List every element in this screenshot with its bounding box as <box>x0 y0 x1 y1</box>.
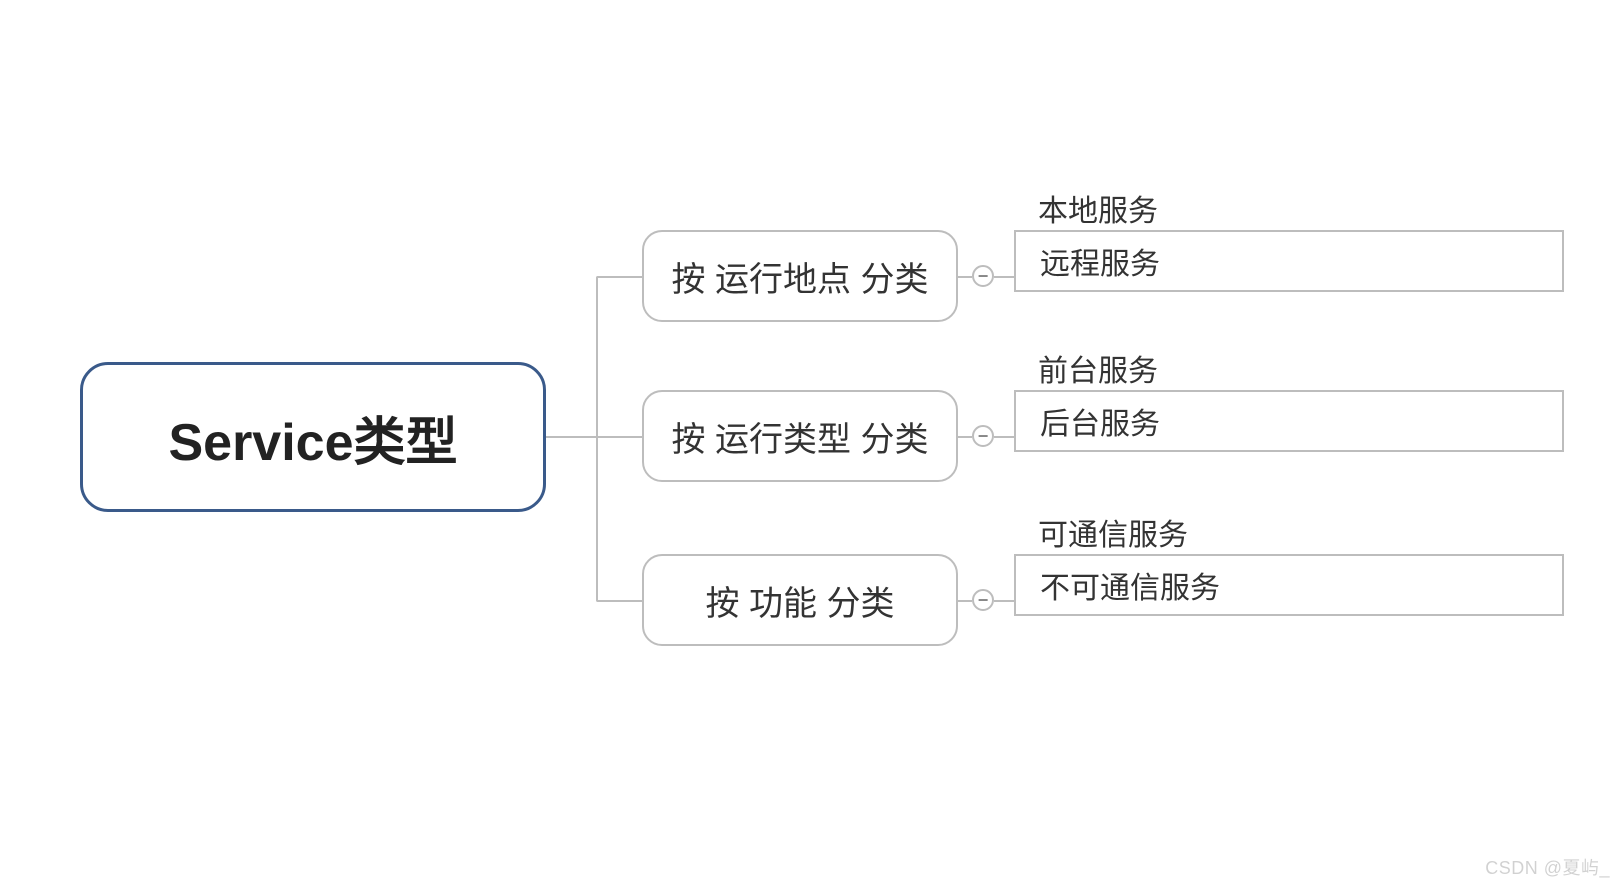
connector <box>994 276 1014 278</box>
minus-icon: − <box>978 267 989 285</box>
connector <box>596 436 642 438</box>
collapse-toggle[interactable]: − <box>972 425 994 447</box>
leaf-text: 远程服务 <box>1040 239 1160 283</box>
leaf-label: 可通信服务 <box>1038 510 1188 554</box>
branch-node-runtype[interactable]: 按 运行类型 分类 <box>642 390 958 482</box>
watermark-text: CSDN @夏屿_ <box>1485 854 1610 880</box>
connector <box>958 436 972 438</box>
collapse-toggle[interactable]: − <box>972 589 994 611</box>
root-label: Service类型 <box>168 400 457 475</box>
root-node[interactable]: Service类型 <box>80 362 546 512</box>
branch-label: 按 运行类型 分类 <box>672 412 929 461</box>
connector <box>596 276 642 278</box>
minus-icon: − <box>978 591 989 609</box>
connector <box>546 436 596 438</box>
minus-icon: − <box>978 427 989 445</box>
mindmap-canvas: Service类型 按 运行地点 分类 − 本地服务 远程服务 按 运行类型 分… <box>0 0 1622 888</box>
leaf-text: 后台服务 <box>1040 399 1160 443</box>
collapse-toggle[interactable]: − <box>972 265 994 287</box>
connector <box>596 600 642 602</box>
leaf-node-remote-service[interactable]: 远程服务 <box>1014 230 1564 292</box>
connector <box>958 276 972 278</box>
leaf-node-background-service[interactable]: 后台服务 <box>1014 390 1564 452</box>
leaf-text: 不可通信服务 <box>1040 563 1220 607</box>
connector <box>994 436 1014 438</box>
branch-label: 按 运行地点 分类 <box>672 252 929 301</box>
leaf-label: 前台服务 <box>1038 346 1158 390</box>
connector <box>596 276 598 602</box>
branch-label: 按 功能 分类 <box>706 576 895 625</box>
connector <box>994 600 1014 602</box>
connector <box>958 600 972 602</box>
branch-node-location[interactable]: 按 运行地点 分类 <box>642 230 958 322</box>
leaf-node-non-communicable-service[interactable]: 不可通信服务 <box>1014 554 1564 616</box>
branch-node-function[interactable]: 按 功能 分类 <box>642 554 958 646</box>
leaf-label: 本地服务 <box>1038 186 1158 230</box>
